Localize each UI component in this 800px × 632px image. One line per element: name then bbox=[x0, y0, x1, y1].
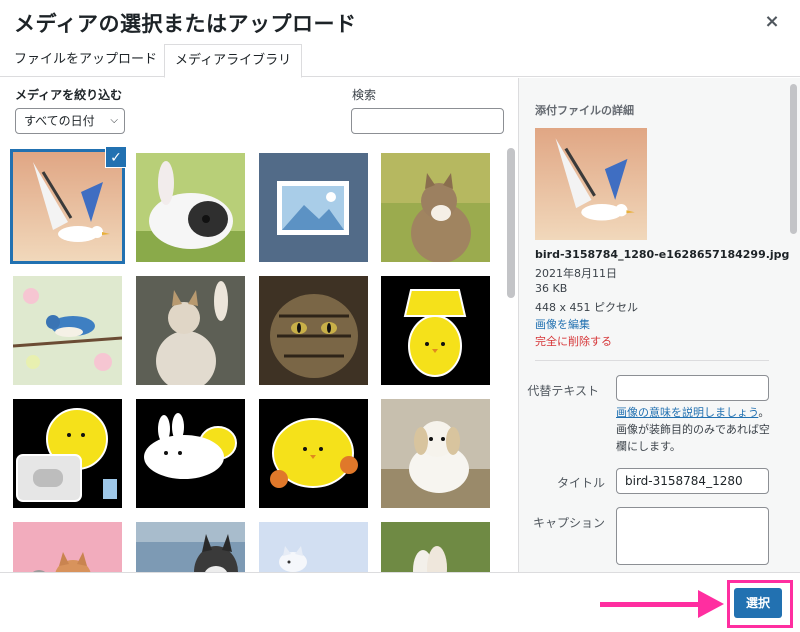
details-dimensions: 448 x 451 ピクセル bbox=[535, 301, 638, 314]
alt-text-input[interactable] bbox=[616, 375, 769, 401]
media-thumb-puppy[interactable] bbox=[381, 399, 490, 508]
search-label: 検索 bbox=[352, 88, 377, 102]
search-input[interactable] bbox=[351, 108, 504, 134]
media-thumb-kitten[interactable] bbox=[381, 153, 490, 262]
media-thumb-bluebird[interactable] bbox=[13, 276, 122, 385]
media-thumb-cat-paw[interactable] bbox=[136, 276, 245, 385]
tab-upload-files[interactable]: ファイルをアップロード bbox=[4, 44, 167, 77]
title-input[interactable]: bird-3158784_1280 bbox=[616, 468, 769, 494]
media-thumb-chick-bunny[interactable] bbox=[136, 399, 245, 508]
modal-title: メディアの選択またはアップロード bbox=[14, 12, 357, 36]
media-grid: ✓ bbox=[0, 144, 505, 572]
media-thumb-husky[interactable] bbox=[136, 522, 245, 572]
media-thumb-placeholder[interactable] bbox=[259, 153, 368, 262]
media-thumb-rabbit[interactable] bbox=[136, 153, 245, 262]
details-filename: bird-3158784_1280-e1628657184299.jpg bbox=[535, 248, 790, 261]
annotation-arrow-shaft bbox=[600, 602, 700, 607]
media-thumb-chick-laptop[interactable] bbox=[13, 399, 122, 508]
tab-media-library[interactable]: メディアライブラリ bbox=[164, 44, 303, 78]
caption-label: キャプション bbox=[532, 516, 605, 530]
alt-text-label: 代替テキスト bbox=[527, 384, 599, 398]
details-divider bbox=[535, 360, 769, 361]
edit-image-link[interactable]: 画像を編集 bbox=[535, 316, 590, 332]
selected-check-icon[interactable]: ✓ bbox=[105, 146, 127, 168]
media-thumb-bird-gull[interactable] bbox=[10, 149, 125, 264]
chevron-down-icon: ⌵ bbox=[110, 115, 118, 126]
annotation-arrow-head bbox=[698, 590, 724, 618]
media-thumb-arctic-fox[interactable] bbox=[259, 522, 368, 572]
media-thumb-chick-lamp[interactable] bbox=[381, 276, 490, 385]
media-thumb-bunny-grass[interactable] bbox=[381, 522, 490, 572]
filter-label: メディアを絞り込む bbox=[15, 88, 123, 102]
date-filter-select[interactable]: すべての日付 ⌵ bbox=[15, 108, 125, 134]
delete-permanently-link[interactable]: 完全に削除する bbox=[535, 333, 612, 349]
media-tabs: ファイルをアップロード メディアライブラリ bbox=[0, 44, 800, 78]
details-title: 添付ファイルの詳細 bbox=[535, 104, 634, 117]
media-thumb-dog-pink[interactable] bbox=[13, 522, 122, 572]
media-thumb-tabby[interactable] bbox=[259, 276, 368, 385]
attachment-details-panel: 添付ファイルの詳細 bird-3158784_1280-e16286571842… bbox=[518, 78, 800, 572]
describe-image-link[interactable]: 画像の意味を説明しましょう bbox=[616, 406, 758, 419]
details-thumbnail bbox=[535, 128, 647, 240]
title-label: タイトル bbox=[556, 476, 605, 490]
grid-scrollbar[interactable] bbox=[507, 148, 515, 298]
media-thumb-chick-flowers[interactable] bbox=[259, 399, 368, 508]
close-icon[interactable]: × bbox=[762, 12, 782, 32]
details-filesize: 36 KB bbox=[535, 282, 568, 295]
details-scrollbar[interactable] bbox=[790, 84, 797, 234]
date-filter-value: すべての日付 bbox=[24, 114, 95, 128]
details-date: 2021年8月11日 bbox=[535, 267, 617, 280]
caption-textarea[interactable] bbox=[616, 507, 769, 565]
media-toolbar: メディアを絞り込む すべての日付 ⌵ 検索 bbox=[0, 78, 518, 144]
select-button[interactable]: 選択 bbox=[734, 588, 782, 618]
alt-text-help: 画像の意味を説明しましょう。画像が装飾目的のみであれば空欄にします。 bbox=[616, 404, 774, 455]
